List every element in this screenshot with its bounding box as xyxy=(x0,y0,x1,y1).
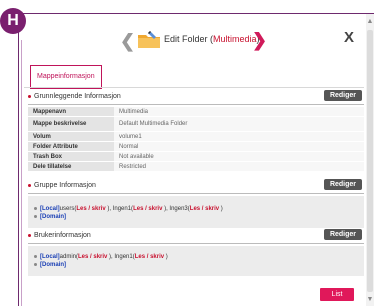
row-key: Mappenavn xyxy=(28,107,114,117)
row-value: Default Multimedia Folder xyxy=(114,116,364,132)
row-value: Restricted xyxy=(114,161,364,172)
user-permissions-box: [Local]admin(Les / skriv ), Ingen1(Les /… xyxy=(28,246,364,276)
scroll-up-icon[interactable]: ▲ xyxy=(366,18,374,26)
frame-top-border xyxy=(18,13,374,14)
group-permissions-box: [Local]users(Les / skriv ), Ingen1(Les /… xyxy=(28,196,364,228)
row-key: Trash Box xyxy=(28,151,114,162)
group-local-line: [Local]users(Les / skriv ), Ingen1(Les /… xyxy=(34,206,223,212)
dialog-header: ❮ Edit Folder (Multimedia) ❯ X xyxy=(24,26,364,56)
table-row: Mappe beskrivelse Default Multimedia Fold… xyxy=(28,116,364,132)
table-row: Folder Attribute Normal xyxy=(28,141,364,152)
section-title: Brukerinformasjon xyxy=(34,232,91,239)
edit-basic-button[interactable]: Rediger xyxy=(323,90,362,101)
row-key: Volum xyxy=(28,131,114,142)
user-info-section: Brukerinformasjon Rediger [Local]admin(L… xyxy=(28,229,364,277)
list-bullet-icon xyxy=(34,214,37,218)
list-button[interactable]: List xyxy=(320,288,354,301)
row-key: Mappe beskrivelse xyxy=(28,116,114,132)
row-value: volume1 xyxy=(114,131,364,142)
section-bullet-icon xyxy=(28,184,31,187)
dialog-title: Edit Folder (Multimedia) xyxy=(164,34,260,44)
basic-info-table: Mappenavn Multimedia Mappe beskrivelse Def… xyxy=(28,107,364,172)
frame-inner-border xyxy=(21,40,22,306)
step-badge: H xyxy=(0,8,26,34)
table-row: Trash Box Not available xyxy=(28,151,364,162)
folder-edit-icon xyxy=(138,31,160,48)
section-divider xyxy=(28,193,364,194)
user-local-line: [Local]admin(Les / skriv ), Ingen1(Les /… xyxy=(34,254,168,260)
section-bullet-icon xyxy=(28,95,31,98)
edit-group-button[interactable]: Rediger xyxy=(323,179,362,190)
tab-divider xyxy=(24,87,364,88)
table-row: Dele tillatelse Restricted xyxy=(28,161,364,172)
section-divider xyxy=(28,104,364,105)
table-row: Mappenavn Multimedia xyxy=(28,107,364,117)
edit-user-button[interactable]: Rediger xyxy=(323,229,362,240)
table-row: Volum volume1 xyxy=(28,131,364,142)
group-domain-line: [Domain] xyxy=(34,214,66,220)
section-title: Grunnleggende Informasjon xyxy=(34,93,121,100)
list-bullet-icon xyxy=(34,254,37,258)
section-divider xyxy=(28,243,364,244)
previous-icon[interactable]: ❮ xyxy=(120,31,135,52)
section-title: Gruppe Informasjon xyxy=(34,182,96,189)
folder-name: Multimedia xyxy=(213,34,257,44)
row-value: Not available xyxy=(114,151,364,162)
row-key: Folder Attribute xyxy=(28,141,114,152)
row-value: Normal xyxy=(114,141,364,152)
section-bullet-icon xyxy=(28,234,31,237)
scroll-down-icon[interactable]: ▼ xyxy=(366,296,374,304)
next-icon[interactable]: ❯ xyxy=(252,30,267,51)
scrollbar-thumb[interactable] xyxy=(367,30,373,292)
row-value: Multimedia xyxy=(114,107,364,117)
list-bullet-icon xyxy=(34,206,37,210)
tab-folder-info[interactable]: Mappeinformasjon xyxy=(30,65,102,89)
group-info-section: Gruppe Informasjon Rediger [Local]users(… xyxy=(28,179,364,228)
row-key: Dele tillatelse xyxy=(28,161,114,172)
user-domain-line: [Domain] xyxy=(34,262,66,268)
frame-left-border xyxy=(18,13,19,306)
close-button[interactable]: X xyxy=(344,29,354,46)
basic-info-section: Grunnleggende Informasjon Rediger Mappen… xyxy=(28,90,364,188)
list-bullet-icon xyxy=(34,262,37,266)
